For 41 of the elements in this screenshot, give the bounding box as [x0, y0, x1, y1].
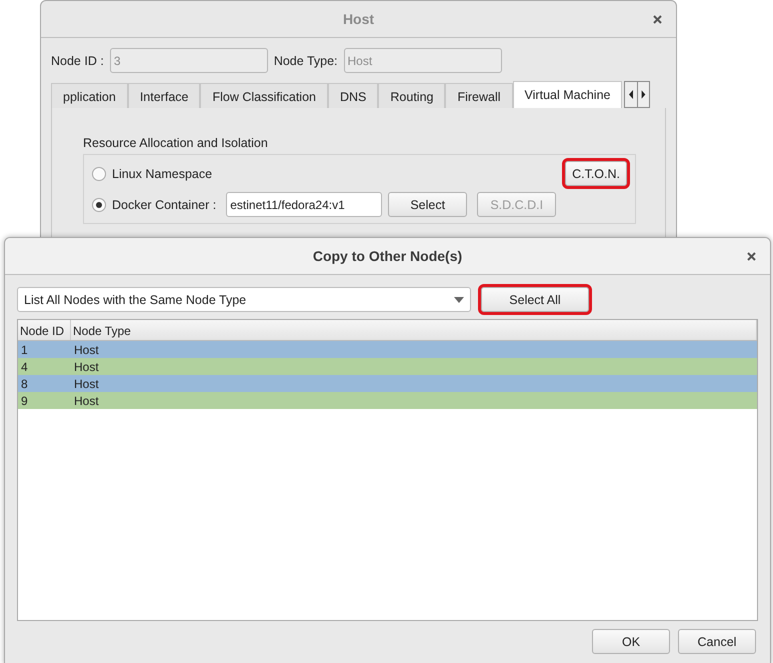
table-cell-text: 1 — [20, 342, 29, 358]
select-button[interactable]: Select — [388, 192, 468, 217]
table-row[interactable]: 8 Host — [18, 375, 757, 392]
tab[interactable]: Interface — [128, 83, 200, 108]
table-cell-text: Host — [73, 376, 100, 392]
dialog-title: Copy to Other Node(s) — [312, 248, 462, 264]
option-label: Docker Container : — [112, 198, 216, 212]
option-label: Linux Namespace — [112, 166, 212, 180]
node-id-label: Node ID : — [51, 54, 104, 68]
select-all-button[interactable]: Select All — [481, 287, 589, 312]
table-cell-text: 9 — [20, 393, 29, 409]
table-cell-text: 8 — [20, 376, 29, 392]
tab[interactable]: DNS — [328, 83, 378, 108]
tab[interactable]: Virtual Machine — [512, 81, 622, 108]
radio-button[interactable] — [92, 198, 106, 212]
node-type-label: Node Type: — [274, 54, 338, 68]
table-row[interactable]: 9 Host — [18, 392, 757, 409]
table-row[interactable]: 4 Host — [18, 358, 757, 375]
column-header[interactable]: Node ID — [18, 320, 71, 340]
table-row[interactable]: 1 Host — [18, 341, 757, 358]
tab-scroll-arrows[interactable] — [624, 81, 650, 108]
caret-icon — [454, 296, 464, 302]
table-cell-text: Host — [73, 342, 100, 358]
close-icon[interactable] — [653, 15, 662, 24]
table-cell-text: 4 — [20, 359, 29, 375]
column-header[interactable]: Node Type — [71, 320, 757, 340]
tab[interactable]: Firewall — [445, 83, 513, 108]
cton-button[interactable]: C.T.O.N. — [565, 161, 627, 186]
image-field[interactable]: estinet11/fedora24:v1 — [226, 192, 382, 217]
dialog-button[interactable]: OK — [592, 629, 670, 654]
tab[interactable]: Flow Classification — [200, 83, 328, 108]
radio-button[interactable] — [92, 166, 106, 180]
table-cell-text: Host — [73, 393, 100, 409]
filter-dropdown[interactable]: List All Nodes with the Same Node Type — [17, 287, 471, 312]
tab[interactable]: Routing — [378, 83, 446, 108]
close-icon[interactable] — [747, 252, 756, 261]
tab[interactable]: pplication — [51, 83, 128, 108]
dialog-button[interactable]: Cancel — [678, 629, 756, 654]
group-title: Resource Allocation and Isolation — [83, 136, 268, 150]
table-cell-text: Host — [73, 359, 100, 375]
window-title: Host — [342, 11, 374, 27]
